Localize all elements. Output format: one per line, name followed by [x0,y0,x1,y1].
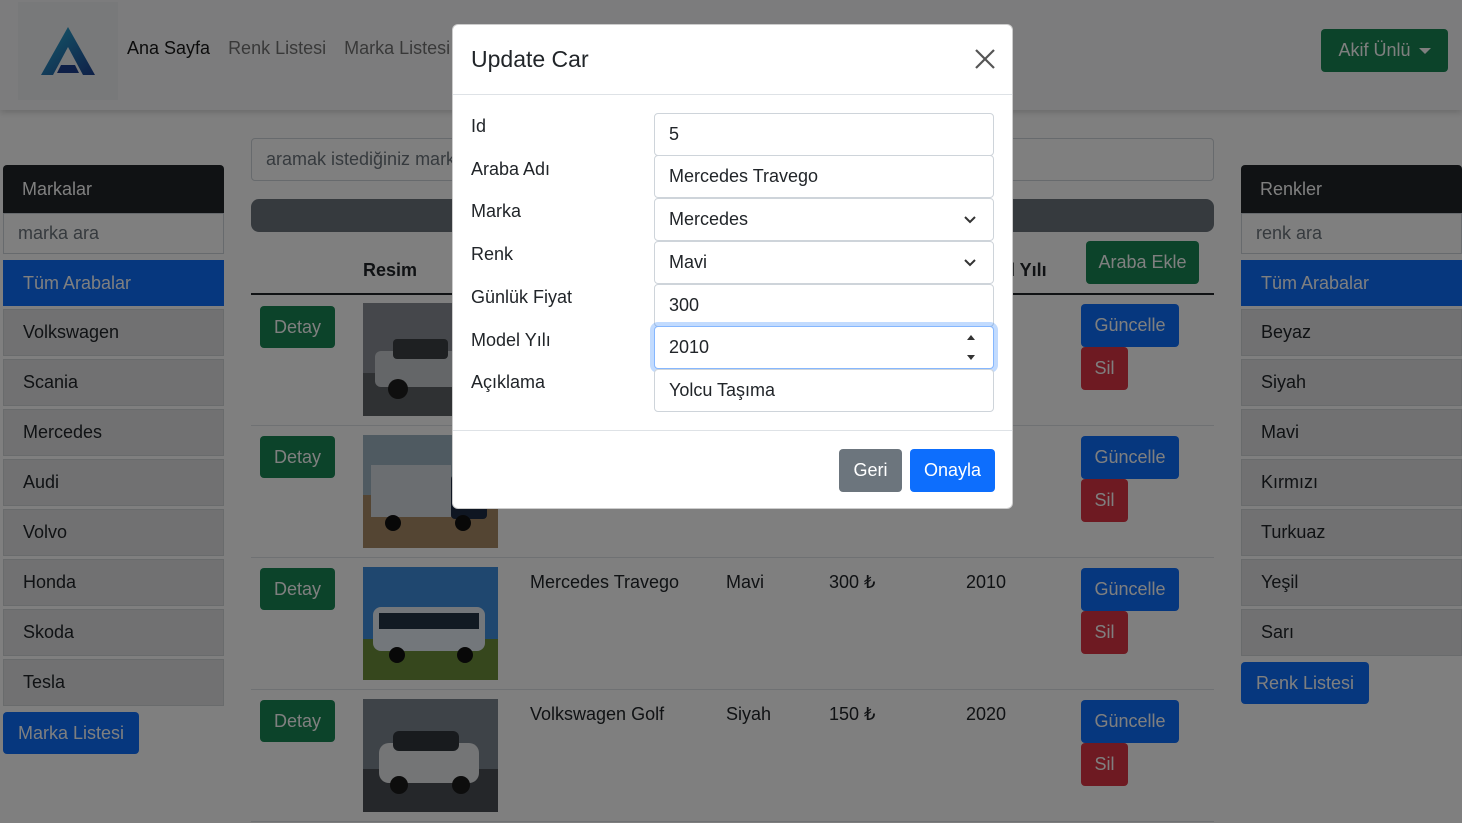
modal-title: Update Car [471,46,589,72]
brand-select[interactable]: Mercedes [654,198,994,241]
model-year-value: 2010 [669,337,710,357]
car-name-field[interactable]: Mercedes Travego [654,155,994,198]
spinner-down-icon[interactable] [967,355,975,360]
brand-select-value: Mercedes [669,209,749,229]
close-icon[interactable] [973,47,997,71]
description-value: Yolcu Taşıma [669,380,776,400]
color-label: Renk [471,244,514,264]
id-value: 5 [669,124,680,144]
update-car-modal: Update Car Id 5 Araba Adı Mercedes Trave… [452,24,1013,509]
confirm-button[interactable]: Onayla [910,449,995,492]
back-button[interactable]: Geri [839,449,902,492]
model-year-label: Model Yılı [471,330,551,350]
car-name-value: Mercedes Travego [669,166,819,186]
daily-price-label: Günlük Fiyat [471,287,573,307]
brand-label: Marka [471,201,522,221]
modal-header: Update Car [453,25,1012,95]
color-select-value: Mavi [669,252,708,272]
description-field[interactable]: Yolcu Taşıma [654,369,994,412]
id-field[interactable]: 5 [654,113,994,156]
spinner-up-icon[interactable] [967,335,975,340]
chevron-down-icon [964,259,976,267]
color-select[interactable]: Mavi [654,241,994,284]
description-label: Açıklama [471,372,546,392]
modal-footer: Geri Onayla [453,430,1012,508]
daily-price-field[interactable]: 300 [654,284,994,327]
chevron-down-icon [964,216,976,224]
car-name-label: Araba Adı [471,159,551,179]
daily-price-value: 300 [669,295,700,315]
number-spinner[interactable] [964,335,978,360]
model-year-field[interactable]: 2010 [654,326,994,369]
id-label: Id [471,116,487,136]
